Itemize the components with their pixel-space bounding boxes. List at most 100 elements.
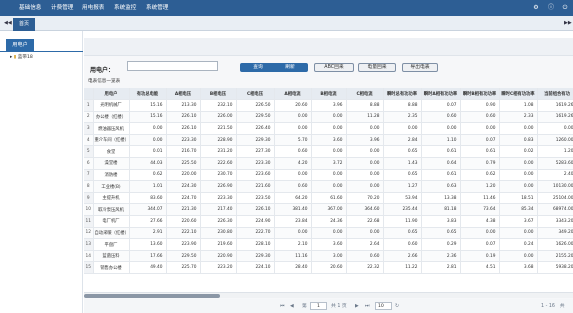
table-row[interactable]: 7 消防楼 0.62 220.00 230.70 223.60 0.00 0.00 0.00 0.… (84, 169, 573, 182)
expand-icon[interactable]: ▸ (10, 55, 12, 60)
column-header[interactable]: C相电压 (236, 88, 275, 101)
table-row[interactable]: 11 电厂机厂 27.66 220.60 226.30 224.90 23.84 24.36 2… (84, 215, 573, 228)
table-row[interactable]: 1 光明机械厂 15.16 213.30 232.10 226.50 20.60 3.96 8.… (84, 99, 573, 112)
consumer-name-cell: 消防楼 (93, 169, 130, 182)
table-cell: 1.01 (129, 180, 167, 193)
column-header[interactable]: 瞬时A相有功功率 (421, 88, 461, 101)
nav-billing[interactable]: 计费管理 (51, 0, 73, 16)
column-header[interactable]: A相电压 (166, 88, 201, 101)
table-cell: 13.60 (129, 238, 167, 251)
table-cell: 0.00 (499, 157, 538, 170)
info-icon[interactable]: ⓘ (547, 4, 555, 12)
table-cell: 0.00 (421, 122, 461, 135)
table-cell: 2.81 (421, 261, 461, 274)
table-cell: 0.60 (346, 250, 384, 263)
tab-scroll-right-icon[interactable]: ▶▶ (564, 18, 572, 29)
table-cell: 0.00 (460, 122, 500, 135)
nav-basic-info[interactable]: 基础信息 (19, 0, 41, 16)
table-cell: 367.00 (311, 203, 347, 217)
nav-reports[interactable]: 用电报表 (82, 0, 104, 16)
reset-button[interactable]: 刷新 (272, 63, 308, 72)
table-cell: 220.00 (166, 169, 201, 182)
table-row[interactable]: 4 重介车间（红楼） 0.00 223.30 228.90 229.30 5.70 3.60 3… (84, 134, 573, 147)
table-cell: 225.70 (166, 261, 201, 274)
tree-node-root[interactable]: ▸ ▮ 蓝带18 (10, 54, 33, 62)
tab-home[interactable]: 首页 (13, 18, 35, 31)
table-row[interactable]: 10 取冷泵压风机 344.07 221.30 217.40 226.10 381.40 36… (84, 203, 573, 217)
table-row[interactable]: 6 澡堂楼 44.03 225.50 222.60 223.30 4.20 3.72 0.00 1… (84, 157, 573, 170)
column-header[interactable]: 瞬时C相有功功率 (499, 88, 538, 101)
table-row[interactable]: 3 燃油器压风机 0.00 226.10 221.50 226.40 0.00 0.00 0.0… (84, 122, 573, 135)
table-cell: 0.61 (460, 145, 500, 159)
meter-return-button[interactable]: 电量回来 (358, 63, 396, 72)
table-cell: 0.62 (460, 169, 500, 182)
nav-monitor[interactable]: 系统监控 (114, 0, 136, 16)
table-row[interactable]: 13 平盘厂 13.60 223.90 219.60 228.10 2.10 3.60 2.64… (84, 238, 573, 251)
table-cell: 0.65 (421, 227, 461, 240)
table-cell: 27.66 (129, 215, 167, 228)
table-cell: 1260.00 (537, 134, 573, 147)
table-cell: 222.10 (166, 227, 201, 240)
table-row[interactable]: 2 办公楼（红楼） 15.16 226.10 226.00 229.50 0.00 0.00 1… (84, 111, 573, 124)
tab-scroll-left-icon[interactable]: ◀◀ (4, 18, 12, 29)
last-page-icon[interactable]: ⏭ (365, 303, 369, 310)
tree-node-label: 蓝带18 (17, 55, 33, 60)
table-cell: 0.00 (311, 227, 347, 240)
table-cell: 0.00 (499, 169, 538, 182)
table-cell: 4.20 (274, 157, 312, 170)
nav-system[interactable]: 系统管理 (146, 0, 168, 16)
refresh-icon[interactable]: ↻ (395, 303, 399, 310)
column-header[interactable]: 瞬时总有功功率 (383, 88, 422, 101)
row-number: 15 (84, 261, 94, 274)
table-caption: 电表信息一览表 (88, 79, 121, 84)
page-number-input[interactable]: 1 (310, 302, 327, 310)
next-page-icon[interactable]: ▶ (355, 303, 359, 310)
column-header[interactable]: B相电压 (200, 88, 237, 101)
horizontal-scrollbar[interactable] (84, 292, 573, 298)
table-row[interactable]: 9 主提升机 83.60 224.70 223.30 223.50 64.20 61.60 70… (84, 192, 573, 205)
search-input[interactable] (127, 61, 218, 71)
table-cell: 3.72 (311, 157, 347, 170)
column-header[interactable]: B相电流 (311, 88, 347, 101)
settings-icon[interactable]: ⚙ (532, 4, 540, 12)
sidebar-tab-consumers[interactable]: 用电户 (6, 39, 34, 51)
row-number: 7 (84, 169, 94, 182)
table-cell: 15.16 (129, 99, 167, 112)
total-pages-text: 共 1 页 (331, 304, 347, 309)
table-cell: 223.20 (200, 261, 237, 274)
query-button[interactable]: 查询 (240, 63, 276, 72)
table-row[interactable]: 15 销售办公楼 49.40 225.70 223.20 224.10 28.40 20.60… (84, 261, 573, 274)
table-cell: 4.51 (460, 261, 500, 274)
table-row[interactable]: 14 蓝菌压料 17.66 229.50 220.90 229.30 11.16 3.00 0.… (84, 250, 573, 263)
column-header[interactable]: C相电流 (346, 88, 384, 101)
page-size-select[interactable]: 10 (375, 302, 392, 310)
table-cell: 344.07 (129, 203, 167, 217)
table-row[interactable]: 8 工业楼(B) 1.01 224.30 226.90 221.60 0.60 0.00 0.0… (84, 180, 573, 193)
table-cell: 8.88 (346, 99, 384, 112)
first-page-icon[interactable]: ⏮ (280, 303, 284, 310)
scrollbar-thumb[interactable] (84, 294, 220, 298)
table-cell: 0.65 (383, 169, 422, 182)
prev-page-icon[interactable]: ◀ (290, 303, 294, 310)
table-cell: 44.03 (129, 157, 167, 170)
column-header[interactable]: 瞬时B相有功功率 (460, 88, 500, 101)
table-cell: 64.20 (274, 192, 312, 205)
export-button[interactable]: 导出电表 (402, 63, 438, 72)
table-cell: 28.40 (274, 261, 312, 274)
table-cell: 223.50 (236, 192, 275, 205)
table-cell: 229.30 (236, 250, 275, 263)
power-icon[interactable]: ⏻ (561, 4, 569, 12)
column-header[interactable]: 当前组合有功 (537, 88, 573, 101)
abc-return-button[interactable]: ABC回来 (314, 63, 354, 72)
table-row[interactable]: 5 食堂 0.01 216.70 231.20 227.30 0.60 0.00 0.00 0.6… (84, 145, 573, 159)
table-cell: 231.20 (200, 145, 237, 159)
column-header[interactable]: 有功总电能 (129, 88, 167, 101)
sidebar: 用电户 ▸ ▮ 蓝带18 (0, 31, 83, 313)
column-header[interactable]: A相电流 (274, 88, 312, 101)
table-cell: 81.18 (421, 203, 461, 217)
table-cell: 0.00 (499, 250, 538, 263)
consumer-name-cell: 食堂 (93, 145, 130, 159)
table-cell: 0.00 (383, 122, 422, 135)
table-row[interactable]: 12 自动采暖（红楼） 2.91 222.10 230.80 222.70 0.00 0.00… (84, 227, 573, 240)
column-header[interactable]: 用电户 (93, 88, 130, 101)
